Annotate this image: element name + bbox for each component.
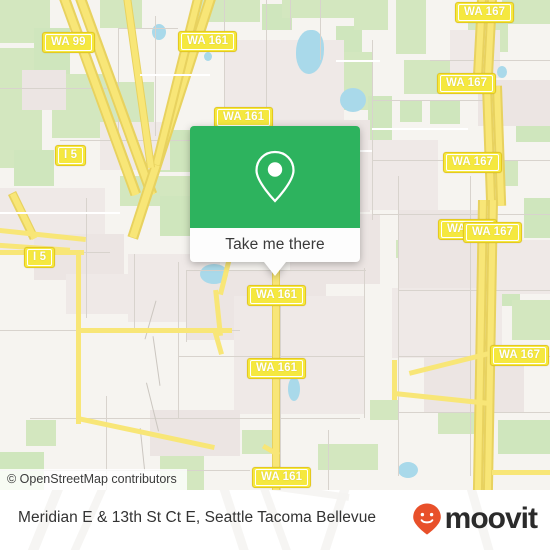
landuse-green — [512, 300, 550, 340]
water-lake — [340, 88, 366, 112]
landuse-residential — [368, 140, 438, 210]
shield-wa-167-e: WA 167 — [490, 345, 550, 366]
map-line — [86, 198, 87, 318]
shield-label: WA 161 — [217, 109, 271, 126]
landuse-residential — [234, 296, 364, 414]
landuse-green — [14, 150, 54, 186]
map-line — [398, 176, 399, 476]
map-line — [178, 262, 179, 418]
shield-wa-167-d: WA 167 — [463, 222, 523, 243]
landuse-green — [282, 0, 356, 18]
water-lake — [288, 377, 300, 401]
popup-header — [190, 126, 360, 228]
shield-label: WA 161 — [250, 287, 304, 304]
map-line — [280, 300, 281, 490]
map-line — [320, 0, 321, 60]
map-line — [398, 290, 550, 291]
map-track — [152, 336, 161, 386]
map-line — [155, 16, 156, 136]
shield-label: WA 161 — [255, 469, 309, 486]
shield-label: WA 167 — [446, 154, 500, 171]
shield-i-5-a: I 5 — [55, 145, 87, 166]
landuse-residential — [22, 70, 66, 110]
landuse-green — [354, 0, 388, 30]
road-wa167-ramp — [492, 470, 550, 475]
water-lake — [204, 52, 212, 61]
landuse-green — [318, 444, 378, 470]
shield-wa-167-b: WA 167 — [437, 73, 497, 94]
shield-label: WA 167 — [458, 4, 512, 21]
take-me-there-label: Take me there — [225, 236, 325, 253]
map-line — [178, 356, 364, 357]
road-minor — [372, 128, 468, 130]
screenshot-root: WA 167 WA 161 WA 99 WA 167 WA 161 I 5 WA 167 WA… — [0, 0, 550, 550]
shield-label: WA 161 — [181, 33, 235, 50]
map-line — [372, 40, 373, 220]
shield-label: I 5 — [58, 147, 84, 164]
road-minor — [336, 60, 380, 62]
shield-label: I 5 — [27, 249, 53, 266]
map-line — [118, 28, 119, 140]
shield-i-5-b: I 5 — [24, 247, 56, 268]
shield-label: WA 99 — [45, 34, 92, 51]
map-pin-icon — [255, 150, 295, 203]
water-lake — [398, 462, 418, 478]
map-line — [290, 0, 291, 30]
popup-pointer — [264, 262, 286, 276]
shield-wa-161-a: WA 161 — [178, 31, 238, 52]
landuse-green — [26, 420, 56, 446]
map-line — [372, 100, 492, 101]
shield-wa-161-e: WA 161 — [247, 358, 307, 379]
landuse-residential — [150, 410, 240, 456]
map-canvas[interactable]: WA 167 WA 161 WA 99 WA 167 WA 161 I 5 WA 167 WA… — [0, 0, 550, 490]
footer-bar: Meridian E & 13th St Ct E, Seattle Tacom… — [0, 490, 550, 550]
landuse-green — [400, 100, 422, 122]
map-line — [328, 430, 329, 490]
map-line — [364, 268, 365, 418]
landuse-green — [396, 0, 426, 54]
landuse-green — [370, 400, 398, 420]
shield-wa-99: WA 99 — [42, 32, 95, 53]
moovit-wordmark: moovit — [444, 502, 538, 535]
water-lake — [497, 66, 507, 78]
road-minor — [0, 212, 120, 214]
place-label: Meridian E & 13th St Ct E, Seattle Tacom… — [18, 509, 377, 526]
road-secondary — [76, 328, 232, 333]
footer-watermark — [150, 490, 350, 501]
shield-wa-161-b: WA 161 — [214, 107, 274, 128]
moovit-pin-smiley-icon — [412, 503, 441, 535]
landuse-green — [430, 100, 460, 124]
shield-wa-161-d: WA 161 — [247, 285, 307, 306]
landuse-green — [524, 198, 550, 238]
location-popup-card[interactable]: Take me there — [190, 126, 360, 276]
shield-wa-167-a: WA 167 — [455, 2, 515, 23]
shield-wa-167-c: WA 167 — [443, 152, 503, 173]
take-me-there-button[interactable]: Take me there — [190, 228, 360, 262]
landuse-green — [498, 420, 550, 454]
shield-wa-161-f: WA 161 — [252, 467, 312, 488]
map-line — [134, 254, 135, 330]
road-minor — [140, 74, 210, 76]
landuse-green — [100, 0, 142, 28]
shield-label: WA 167 — [493, 347, 547, 364]
shield-label: WA 167 — [440, 75, 494, 92]
moovit-logo: moovit — [411, 502, 538, 536]
shield-label: WA 167 — [466, 224, 520, 241]
osm-attribution: © OpenStreetMap contributors — [0, 469, 187, 490]
shield-label: WA 161 — [250, 360, 304, 377]
